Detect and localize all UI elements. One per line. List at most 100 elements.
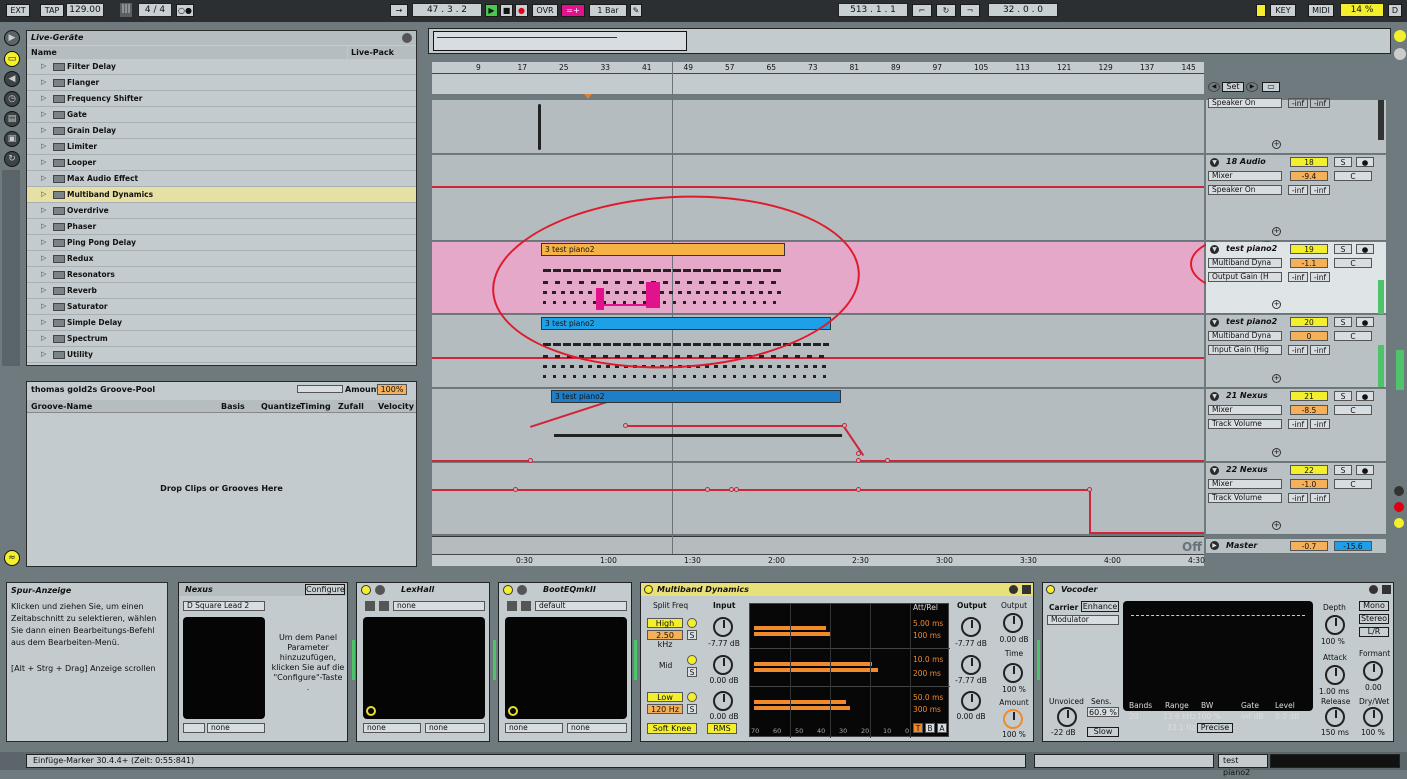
browser-item[interactable]: ▷ Phaser xyxy=(27,219,416,235)
arm-button[interactable]: ● xyxy=(1356,465,1374,475)
automation-point[interactable] xyxy=(856,451,861,456)
parameter-chooser[interactable]: Speaker On xyxy=(1208,185,1282,195)
output-low-knob[interactable] xyxy=(961,691,981,711)
fold-track-icon[interactable]: ▼ xyxy=(1210,158,1219,167)
lr-button[interactable]: L/R xyxy=(1359,627,1389,637)
track-pan[interactable]: C xyxy=(1334,331,1372,341)
overdub-button[interactable]: OVR xyxy=(532,4,558,17)
draw-mode-button[interactable]: =+ xyxy=(561,4,585,17)
low-band-button[interactable]: Low xyxy=(647,692,683,702)
automation-line-18[interactable] xyxy=(432,186,1204,188)
plugin-edit-icon[interactable] xyxy=(507,601,517,611)
param-field[interactable]: none xyxy=(567,723,627,733)
vocoder-device[interactable]: Vocoder Carrier Enhance Modulator Bands … xyxy=(1042,582,1394,742)
param-field[interactable]: none xyxy=(425,723,485,733)
expand-triangle-icon[interactable]: ▷ xyxy=(41,123,46,138)
dry-wet-knob[interactable] xyxy=(1363,707,1383,727)
a-button[interactable]: A xyxy=(937,723,947,733)
add-automation-icon[interactable]: + xyxy=(1272,227,1281,236)
send-a[interactable]: -inf xyxy=(1288,185,1308,195)
track-name[interactable]: test piano2 xyxy=(1226,244,1277,253)
mono-button[interactable]: Mono xyxy=(1359,601,1389,611)
send-a[interactable]: -inf xyxy=(1288,98,1308,108)
preset-dropdown[interactable]: none xyxy=(393,601,485,611)
range-high-value[interactable]: 13.6 kHz xyxy=(1163,712,1196,721)
expand-icon[interactable] xyxy=(1394,30,1406,42)
quantize-col[interactable]: Quantize xyxy=(261,402,301,411)
lexhall-device[interactable]: LexHall none none none xyxy=(356,582,490,742)
track-volume[interactable]: 0 xyxy=(1290,331,1328,341)
high-enable-icon[interactable] xyxy=(687,618,697,628)
send-a[interactable]: -inf xyxy=(1288,345,1308,355)
browser-item[interactable]: ▷ Limiter xyxy=(27,139,416,155)
send-a[interactable]: -inf xyxy=(1288,272,1308,282)
master-lane[interactable] xyxy=(432,536,1204,554)
loop-length-field[interactable]: 32 . 0 . 0 xyxy=(988,3,1058,17)
refresh-icon[interactable]: ↻ xyxy=(4,151,20,167)
browser-item[interactable]: ▷ Grain Delay xyxy=(27,123,416,139)
low-enable-icon[interactable] xyxy=(687,692,697,702)
power-icon[interactable] xyxy=(644,585,653,594)
basis-col[interactable]: Basis xyxy=(221,402,245,411)
unvoiced-knob[interactable] xyxy=(1057,707,1077,727)
groove-icon[interactable]: ≈ xyxy=(4,550,20,566)
beat-ruler[interactable]: 9 17 25 33 41 49 57 65 73 81 89 97 105 113 121 129 137 14… xyxy=(432,62,1204,74)
automation-point[interactable] xyxy=(885,458,890,463)
t-button[interactable]: T xyxy=(913,723,923,733)
output-high-knob[interactable] xyxy=(961,617,981,637)
soft-knee-button[interactable]: Soft Knee xyxy=(647,723,697,734)
booteq-device[interactable]: BootEQmkII default none none xyxy=(498,582,632,742)
bands-value[interactable]: 20 xyxy=(1129,712,1139,721)
release-knob[interactable] xyxy=(1325,707,1345,727)
stop-button[interactable]: ■ xyxy=(500,4,513,17)
release-high-value[interactable]: 100 ms xyxy=(913,631,941,640)
browser-item[interactable]: ▷ Max Audio Effect xyxy=(27,171,416,187)
locator-lane[interactable] xyxy=(432,74,1204,94)
midi-clip-21[interactable]: 3 test piano2 xyxy=(551,390,841,403)
automation-point[interactable] xyxy=(623,423,628,428)
parameter-chooser[interactable]: Input Gain (Hig xyxy=(1208,345,1282,355)
browser-item[interactable]: ▷ Redux xyxy=(27,251,416,267)
automation-point[interactable] xyxy=(856,458,861,463)
add-automation-icon[interactable]: + xyxy=(1272,300,1281,309)
punch-in-icon[interactable]: ⌐ xyxy=(912,4,932,17)
return-toggle-icon[interactable] xyxy=(1394,502,1404,512)
timing-col[interactable]: Timing xyxy=(300,402,331,411)
pencil-icon[interactable]: ✎ xyxy=(630,4,642,17)
slow-button[interactable]: Slow xyxy=(1087,727,1119,737)
save-preset-icon[interactable] xyxy=(521,601,531,611)
samples-icon[interactable]: ▣ xyxy=(4,131,20,147)
low-freq-field[interactable]: 120 Hz xyxy=(647,704,683,714)
vocoder-display[interactable] xyxy=(1123,601,1313,711)
expand-triangle-icon[interactable]: ▷ xyxy=(41,299,46,314)
record-button[interactable]: ● xyxy=(515,4,528,17)
release-mid-value[interactable]: 200 ms xyxy=(913,669,941,678)
solo-button[interactable]: S xyxy=(1334,157,1352,167)
configure-button[interactable]: Configure xyxy=(305,584,345,595)
add-automation-icon[interactable]: + xyxy=(1272,374,1281,383)
automation-line-21c[interactable] xyxy=(858,460,1204,462)
browser-scrollbar[interactable] xyxy=(2,170,20,366)
track-name[interactable]: test piano2 xyxy=(1226,317,1277,326)
attack-knob[interactable] xyxy=(1325,665,1345,685)
automation-point[interactable] xyxy=(842,423,847,428)
track-number[interactable]: 22 xyxy=(1290,465,1328,475)
plugins-icon[interactable]: ◀ xyxy=(4,71,20,87)
device-chooser[interactable]: Mixer xyxy=(1208,171,1282,181)
expand-triangle-icon[interactable]: ▷ xyxy=(41,59,46,74)
arm-button[interactable]: ● xyxy=(1356,391,1374,401)
hot-swap-icon[interactable] xyxy=(1009,585,1018,594)
precise-button[interactable]: Precise xyxy=(1197,723,1233,733)
browser-item[interactable]: ▷ Filter Delay xyxy=(27,59,416,75)
browser-item[interactable]: ▷ Ping Pong Delay xyxy=(27,235,416,251)
param-field[interactable] xyxy=(183,723,205,733)
groove-name-col[interactable]: Groove-Name xyxy=(31,402,92,411)
browser-item[interactable]: ▷ Overdrive xyxy=(27,203,416,219)
solo-button[interactable]: S xyxy=(1334,244,1352,254)
fold-track-icon[interactable]: ▼ xyxy=(1210,245,1219,254)
next-locator-icon[interactable]: ▶ xyxy=(1246,82,1258,92)
send-b[interactable]: -inf xyxy=(1310,345,1330,355)
ext-sync-button[interactable]: EXT xyxy=(6,4,30,17)
loop-switch-icon[interactable]: ↻ xyxy=(936,4,956,17)
automation-line-21b[interactable] xyxy=(626,425,846,427)
